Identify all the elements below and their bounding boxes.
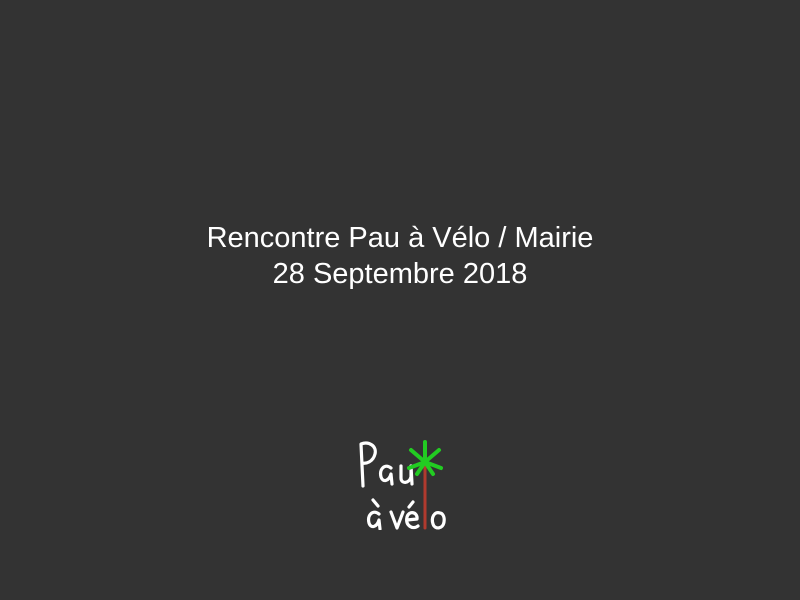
logo-graphic bbox=[359, 440, 446, 530]
slide-title-line-2: 28 Septembre 2018 bbox=[272, 258, 528, 290]
slide-title-line-1: Rencontre Pau à Vélo / Mairie bbox=[206, 222, 594, 254]
pau-a-velo-logo bbox=[355, 438, 450, 530]
presentation-slide: Rencontre Pau à Vélo / Mairie 28 Septemb… bbox=[0, 0, 800, 600]
slide-title: Rencontre Pau à Vélo / Mairie 28 Septemb… bbox=[0, 220, 800, 292]
